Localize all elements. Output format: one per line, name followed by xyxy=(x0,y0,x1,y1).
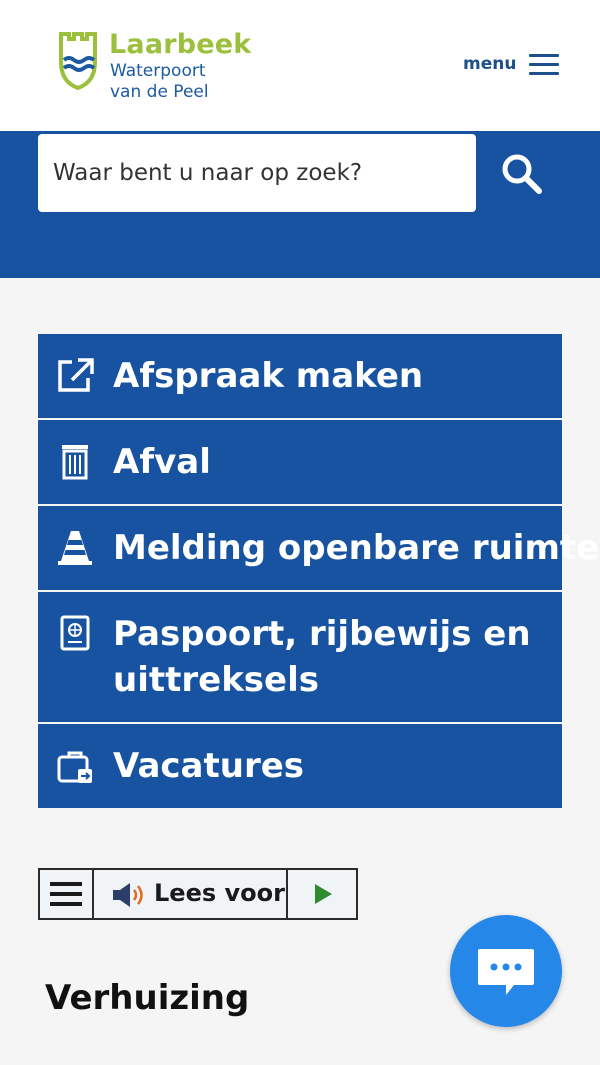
briefcase-icon xyxy=(57,751,92,783)
external-link-icon xyxy=(58,358,94,392)
passport-icon xyxy=(60,615,90,651)
logo-tagline-line2: van de Peel xyxy=(110,82,209,102)
tile-afspraak-maken[interactable]: Afspraak maken xyxy=(38,334,562,418)
speaker-icon xyxy=(113,883,143,907)
menu-button[interactable]: menu xyxy=(460,50,564,80)
logo-tagline-line1: Waterpoort xyxy=(110,61,206,81)
chat-button[interactable] xyxy=(450,915,562,1027)
tile-melding-openbare-ruimte[interactable]: Melding openbare ruimte xyxy=(38,506,599,590)
search-input[interactable] xyxy=(38,134,476,212)
play-icon xyxy=(315,884,332,904)
tile-label-line2: uittreksels xyxy=(113,660,319,700)
tile-vacatures[interactable]: Vacatures xyxy=(38,724,562,808)
section-title: Verhuizing xyxy=(45,978,250,1018)
site-header: Laarbeek Waterpoort van de Peel menu xyxy=(0,0,600,131)
readspeaker-bar: Lees voor xyxy=(38,868,358,920)
menu-label: menu xyxy=(463,54,517,74)
tile-paspoort-rijbewijs[interactable]: Paspoort, rijbewijs en uittreksels xyxy=(38,592,562,722)
play-button[interactable] xyxy=(290,870,356,918)
traffic-cone-icon xyxy=(58,531,92,565)
readspeaker-menu-button[interactable] xyxy=(40,870,94,918)
quick-links: Afspraak maken Afval Melding openbare ru… xyxy=(38,334,599,810)
hamburger-icon xyxy=(529,54,559,76)
search-band xyxy=(0,131,600,278)
tile-label: Paspoort, rijbewijs en xyxy=(113,614,531,654)
tile-label: Vacatures xyxy=(113,746,305,786)
trash-bin-icon xyxy=(62,445,88,480)
tile-afval[interactable]: Afval xyxy=(38,420,562,504)
read-aloud-button[interactable]: Lees voor xyxy=(96,870,288,918)
search-button[interactable] xyxy=(494,146,550,202)
search-icon xyxy=(502,154,542,194)
tile-label: Melding openbare ruimte xyxy=(113,528,600,568)
read-aloud-label: Lees voor xyxy=(154,879,285,907)
crest-logo-icon xyxy=(59,32,97,90)
tile-label: Afval xyxy=(113,442,211,482)
laarbeek-logo[interactable]: Laarbeek Waterpoort van de Peel xyxy=(58,30,258,106)
logo-name: Laarbeek xyxy=(109,29,252,60)
tile-label: Afspraak maken xyxy=(113,356,424,396)
chat-bubble-icon xyxy=(478,949,534,995)
